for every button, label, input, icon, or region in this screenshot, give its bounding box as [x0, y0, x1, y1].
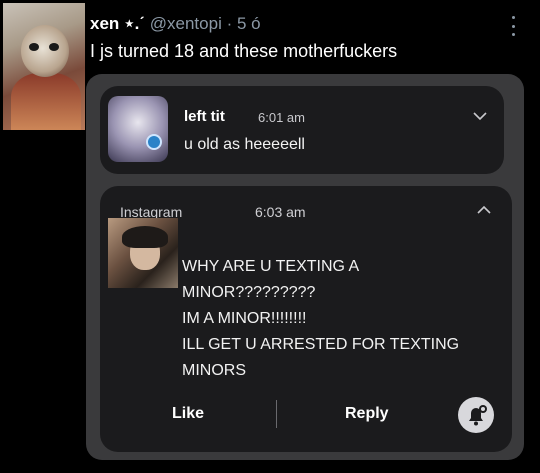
avatar-eye-art: [49, 43, 59, 51]
notification-time: 6:01 am: [258, 110, 305, 125]
chevron-down-icon[interactable]: [472, 110, 488, 122]
message-line: IM A MINOR!!!!!!!!: [182, 310, 307, 327]
notification-message: u old as heeeeell: [184, 136, 305, 153]
avatar-eye-art: [29, 43, 39, 51]
like-button[interactable]: Like: [172, 405, 204, 423]
notification-card[interactable]: left tit 6:01 am u old as heeeeell: [100, 86, 504, 174]
message-line: MINOR?????????: [182, 284, 316, 301]
notification-time: 6:03 am: [255, 204, 306, 220]
tweet-avatar[interactable]: [3, 3, 85, 130]
sender-name: left tit: [184, 108, 225, 125]
bell-snooze-icon[interactable]: [458, 397, 494, 433]
handle-and-time[interactable]: @xentopi · 5 ó: [145, 14, 261, 33]
sender-avatar: [108, 218, 178, 288]
avatar-body-art: [11, 73, 81, 130]
action-divider: [276, 400, 277, 428]
message-line: WHY ARE U TEXTING A: [182, 258, 360, 275]
three-dots-vertical-icon[interactable]: [509, 16, 517, 36]
messenger-badge-icon: [146, 134, 162, 150]
tweet-header: xen ⋆.ˊ @xentopi · 5 ó: [90, 14, 261, 34]
notification-card-expanded[interactable]: Instagram 6:03 am WHY ARE U TEXTING A MI…: [100, 186, 512, 452]
notification-message: WHY ARE U TEXTING A MINOR????????? IM A …: [182, 254, 459, 384]
display-name[interactable]: xen ⋆.ˊ: [90, 14, 145, 33]
message-line: ILL GET U ARRESTED FOR TEXTING: [182, 336, 460, 353]
reply-button[interactable]: Reply: [345, 405, 389, 423]
tweet-text: I js turned 18 and these motherfuckers: [90, 41, 398, 61]
avatar-hair-art: [122, 226, 168, 248]
avatar-face-art: [21, 25, 69, 77]
chevron-up-icon[interactable]: [476, 204, 492, 216]
message-line: MINORS: [182, 362, 246, 379]
sender-avatar: [108, 96, 168, 162]
